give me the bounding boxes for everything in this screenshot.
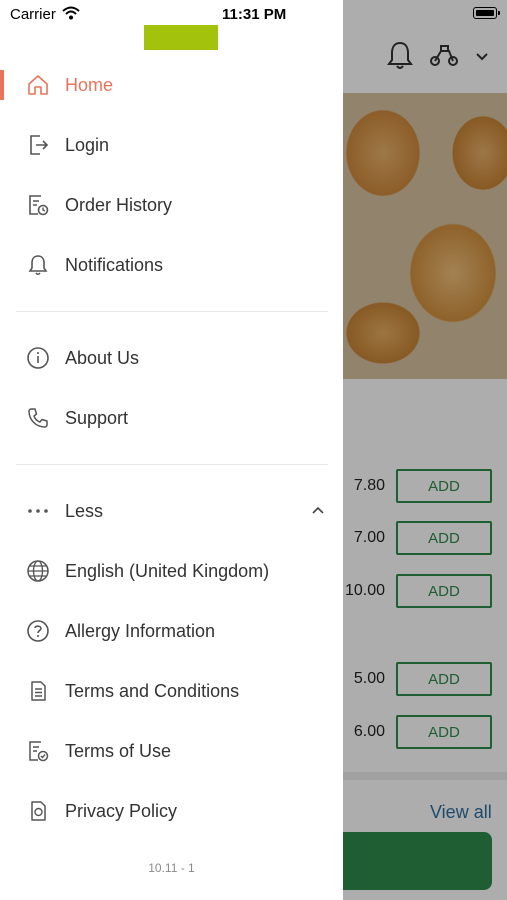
login-icon	[24, 131, 52, 159]
menu-item-label: Login	[65, 134, 110, 155]
menu-divider	[16, 464, 328, 465]
phone-icon	[24, 404, 52, 432]
menu-item-terms-of-use[interactable]: Terms of Use	[0, 726, 343, 776]
order-history-icon	[24, 191, 52, 219]
question-icon	[24, 617, 52, 645]
menu-item-label: Home	[65, 74, 114, 95]
menu-item-terms-and-conditions[interactable]: Terms and Conditions	[0, 666, 343, 716]
menu-item-notifications[interactable]: Notifications	[0, 240, 343, 290]
menu-divider	[16, 311, 328, 312]
menu-item-language[interactable]: English (United Kingdom)	[0, 546, 343, 596]
side-drawer: Home Login Order History Notifications A…	[0, 0, 343, 900]
document-icon	[24, 677, 52, 705]
menu-item-label: Terms of Use	[65, 740, 172, 761]
status-time: 11:31 PM	[222, 6, 287, 23]
menu-item-less[interactable]: Less	[0, 486, 343, 536]
menu-item-order-history[interactable]: Order History	[0, 180, 343, 230]
battery-icon	[473, 7, 497, 19]
menu-item-about-us[interactable]: About Us	[0, 333, 343, 383]
privacy-icon	[24, 797, 52, 825]
menu-item-label: Privacy Policy	[65, 800, 178, 821]
menu-item-login[interactable]: Login	[0, 120, 343, 170]
menu-item-label: Allergy Information	[65, 620, 216, 641]
menu-item-home[interactable]: Home	[0, 60, 343, 110]
bell-icon	[24, 251, 52, 279]
battery-tip	[498, 11, 500, 15]
menu-item-allergy-information[interactable]: Allergy Information	[0, 606, 343, 656]
menu-item-label: Less	[65, 500, 104, 521]
status-bar: Carrier 11:31 PM	[0, 0, 507, 28]
menu-item-support[interactable]: Support	[0, 393, 343, 443]
info-icon	[24, 344, 52, 372]
document-check-icon	[24, 737, 52, 765]
menu-item-label: Support	[65, 407, 129, 428]
home-icon	[24, 71, 52, 99]
menu-item-label: Order History	[65, 194, 173, 215]
more-dots-icon	[24, 497, 52, 525]
wifi-icon	[62, 6, 80, 25]
menu-item-label: English (United Kingdom)	[65, 560, 270, 581]
brand-logo	[144, 25, 218, 50]
menu-item-label: Terms and Conditions	[65, 680, 240, 701]
carrier-label: Carrier	[10, 6, 56, 23]
menu-item-label: Notifications	[65, 254, 164, 275]
menu-item-privacy-policy[interactable]: Privacy Policy	[0, 786, 343, 836]
app-version: 10.11 - 1	[148, 861, 195, 875]
chevron-up-icon	[311, 502, 325, 520]
menu-item-label: About Us	[65, 347, 140, 368]
globe-icon	[24, 557, 52, 585]
